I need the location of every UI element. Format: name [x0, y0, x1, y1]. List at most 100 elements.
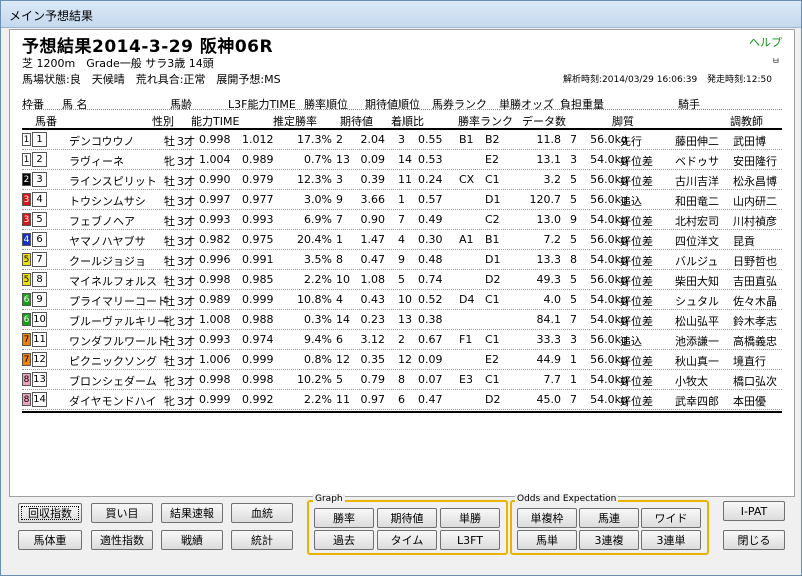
cell-win-rank: 1: [336, 233, 343, 246]
table-row[interactable]: 3 4 トウシンムサシ 牡 3才 0.997 0.977 3.0% 9 3.66 1 0.57 D1 12…: [22, 190, 782, 210]
help-link[interactable]: ヘルプ: [749, 34, 782, 50]
page-title: 予想結果2014-3-29 阪神06R: [22, 37, 274, 57]
cell-rate-rank: C1: [485, 333, 500, 346]
table-row[interactable]: 3 5 フェブノヘア 牡 3才 0.993 0.993 6.9% 7 0.90 7 0.49 C2 13.…: [22, 210, 782, 230]
col-expect[interactable]: 期待値: [340, 113, 373, 129]
cell-age: 3才: [177, 355, 195, 368]
table-row[interactable]: 7 12 ピクニックソング牡 3才 1.006 0.999 0.8% 12 0.35 12 0.09…: [22, 350, 782, 370]
table-row[interactable]: 8 13 ブロンシェダーム牝 3才 0.998 0.998 10.2% 5 0.79 8 0.07 E…: [22, 370, 782, 390]
col-style[interactable]: 脚質: [612, 113, 634, 129]
waku-badge: 5: [22, 253, 31, 266]
col-win-rate[interactable]: 推定勝率: [273, 113, 317, 129]
cell-style: 好位差: [620, 275, 653, 288]
sanrentan-button[interactable]: 3連単: [641, 530, 701, 550]
table-row[interactable]: 6 10 ブルーヴァルキリー牝 3才 1.008 0.988 0.3% 14 0.23 13 0.3…: [22, 310, 782, 330]
cell-expect: 0.39: [360, 173, 386, 186]
wide-button[interactable]: ワイド: [641, 508, 701, 528]
cell-style: 好位差: [620, 315, 653, 328]
umatan-button[interactable]: 馬単: [517, 530, 577, 550]
kitaichi-graph-button[interactable]: 期待値: [377, 508, 437, 528]
cell-ability: 0.993: [199, 213, 231, 226]
cell-ability: 0.989: [199, 293, 231, 306]
table-row[interactable]: 6 9 プライマリーコード牡 3才 0.989 0.999 10.8% 4 0.43 10 0.52…: [22, 290, 782, 310]
umaban-badge: 13: [32, 372, 47, 387]
table-row[interactable]: 4 6 ヤマノハヤブサ牡 3才 0.982 0.975 20.4% 1 1.47 4 0.30 A1 B…: [22, 230, 782, 250]
cell-expect-rank: 13: [398, 313, 412, 326]
tansho-graph-button[interactable]: 単勝: [440, 508, 500, 528]
l3ft-graph-button[interactable]: L3FT: [440, 530, 500, 550]
cell-sex: 牡: [164, 255, 175, 268]
waku-badge: 8: [22, 373, 31, 386]
kekka-button[interactable]: 結果速報: [161, 503, 223, 523]
cell-age: 3才: [177, 275, 195, 288]
cell-expect-rank: 7: [398, 213, 405, 226]
cell-sex: 牝: [164, 375, 175, 388]
senseki-button[interactable]: 戦績: [161, 530, 223, 550]
cell-win-rate: 3.5%: [304, 253, 332, 266]
umaban-badge: 12: [32, 352, 47, 367]
cell-name: デンコウウノ: [69, 135, 135, 148]
shoritsu-graph-button[interactable]: 勝率: [314, 508, 374, 528]
cell-expect-rank: 10: [398, 293, 412, 306]
col-finish[interactable]: 着順比: [391, 113, 424, 129]
title-bar[interactable]: メイン予想結果: [1, 1, 801, 28]
cell-win-rank: 6: [336, 333, 343, 346]
cell-ticket-rank: F1: [459, 333, 473, 346]
tekisei-button[interactable]: 適性指数: [91, 530, 153, 550]
table-row[interactable]: 7 11 ワンダフルワールド牡 3才 0.993 0.974 9.4% 6 3.12 2 0.67 F…: [22, 330, 782, 350]
kako-graph-button[interactable]: 過去: [314, 530, 374, 550]
cell-sex: 牡: [164, 135, 175, 148]
cell-expect: 3.12: [360, 333, 386, 346]
cell-rate-rank: B1: [485, 233, 500, 246]
table-row[interactable]: 1 1 デンコウウノ 牡 3才 0.998 1.012 17.3% 2 2.04 3 0.55 B1 B2…: [22, 130, 782, 150]
kaime-button[interactable]: 買い目: [91, 503, 153, 523]
col-ability[interactable]: 能力TIME: [191, 113, 239, 129]
cell-data: 5: [570, 233, 577, 246]
col-umaban[interactable]: 馬番: [35, 113, 57, 129]
cell-jockey: 柴田大知: [675, 275, 719, 288]
col-data-count[interactable]: データ数: [522, 113, 566, 129]
table-row[interactable]: 2 3 ラインスピリット牡 3才 0.990 0.979 12.3% 3 0.39 11 0.24 C…: [22, 170, 782, 190]
col-trainer[interactable]: 調教師: [730, 113, 763, 129]
cell-jockey: 古川吉洋: [675, 175, 719, 188]
time-graph-button[interactable]: タイム: [377, 530, 437, 550]
table-row[interactable]: 8 14 ダイヤモンドハイ牝 3才 0.999 0.992 2.2% 11 0.97 6 0.47 D…: [22, 390, 782, 410]
ketto-button[interactable]: 血統: [231, 503, 293, 523]
col-rate-rank[interactable]: 勝率ランク: [458, 113, 513, 129]
table-row[interactable]: 5 8 マイネルフォルス牡 3才 0.998 0.985 2.2% 10 1.08 5 0.74 D2…: [22, 270, 782, 290]
umaren-button[interactable]: 馬連: [579, 508, 639, 528]
cell-odds: 7.2: [543, 233, 562, 246]
waku-badge: 7: [22, 333, 31, 346]
pin-icon[interactable]: ㅂ: [772, 54, 780, 67]
cell-win-rate: 10.8%: [297, 293, 332, 306]
cell-win-rank: 13: [336, 153, 350, 166]
cell-ability: 0.998: [199, 273, 231, 286]
cell-win-rank: 3: [336, 173, 343, 186]
cell-jockey: 藤田伸二: [675, 135, 719, 148]
cell-name: マイネルフォルス: [69, 275, 157, 288]
kaishu-button[interactable]: 回収指数: [18, 503, 82, 523]
cell-sex: 牡: [164, 295, 175, 308]
cell-rate-rank: D2: [485, 273, 501, 286]
ipat-button[interactable]: I-PAT: [723, 501, 785, 521]
cell-name: ワンダフルワールド: [69, 335, 168, 348]
cell-win-rate: 12.3%: [297, 173, 332, 186]
col-sex[interactable]: 性別: [152, 113, 174, 129]
umaban-badge: 9: [32, 292, 47, 307]
table-row[interactable]: 1 2 ラヴィーネ 牝 3才 1.004 0.989 0.7% 13 0.09 14 0.53 E2 13…: [22, 150, 782, 170]
tanfukuwaku-button[interactable]: 単複枠: [517, 508, 577, 528]
cell-win-rate: 10.2%: [297, 373, 332, 386]
table-row[interactable]: 5 7 クールジョジョ 牡 3才 0.996 0.991 3.5% 8 0.47 9 0.48 D1 13…: [22, 250, 782, 270]
bataiju-button[interactable]: 馬体重: [18, 530, 82, 550]
cell-expect-rank: 3: [398, 133, 405, 146]
cell-name: ダイヤモンドハイ: [69, 395, 157, 408]
cell-age: 3才: [177, 335, 195, 348]
close-button[interactable]: 閉じる: [723, 530, 785, 550]
cell-ability: 0.982: [199, 233, 231, 246]
waku-badge: 1: [22, 153, 31, 166]
cell-finish: 0.07: [418, 373, 443, 386]
umaban-badge: 4: [32, 192, 47, 207]
cell-win-rate: 0.3%: [304, 313, 332, 326]
sanrenpuku-button[interactable]: 3連複: [579, 530, 639, 550]
tokei-button[interactable]: 統計: [231, 530, 293, 550]
